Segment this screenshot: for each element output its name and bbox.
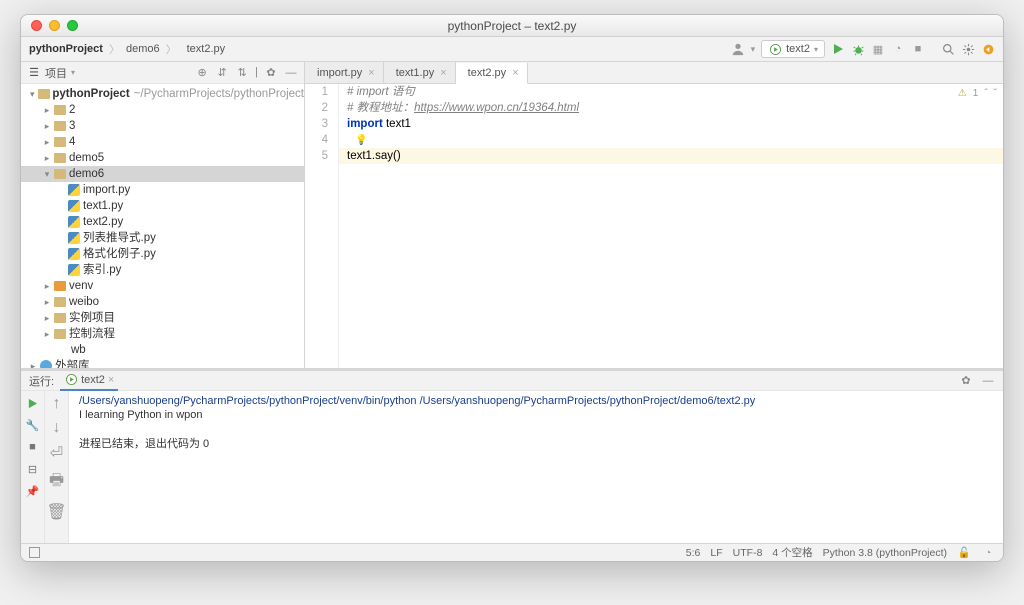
command-line: /Users/yanshuopeng/PycharmProjects/pytho… bbox=[79, 395, 993, 407]
project-folder[interactable]: ▸3 bbox=[21, 118, 304, 134]
project-root-node[interactable]: ▾ pythonProject ~/PycharmProjects/python… bbox=[21, 86, 304, 102]
breadcrumb-file[interactable]: text2.py bbox=[187, 43, 226, 55]
project-file[interactable]: 索引.py bbox=[21, 262, 304, 278]
collapse-all-icon[interactable]: ⇅ bbox=[235, 66, 249, 80]
editor-tab[interactable]: import.py× bbox=[305, 62, 384, 83]
stop-button[interactable]: ■ bbox=[25, 439, 41, 455]
editor-tab[interactable]: text1.py× bbox=[384, 62, 456, 83]
project-folder[interactable]: ▸4 bbox=[21, 134, 304, 150]
close-tab-icon[interactable]: × bbox=[512, 67, 518, 79]
project-tool-window: ☰ 项目 ▾ ⊕ ⇵ ⇅ | ✿ — ▾ bbox=[21, 62, 305, 368]
project-tree[interactable]: ▾ pythonProject ~/PycharmProjects/python… bbox=[21, 84, 304, 368]
project-folder[interactable]: ▸控制流程 bbox=[21, 326, 304, 342]
status-bar: 5:6 LF UTF-8 4 个空格 Python 3.8 (pythonPro… bbox=[21, 543, 1003, 561]
project-folder[interactable]: ▸demo5 bbox=[21, 150, 304, 166]
navigation-bar: pythonProject 〉 demo6 〉 text2.py ▾ text2… bbox=[21, 37, 1003, 62]
ide-status-icon[interactable]: ◔ bbox=[981, 546, 995, 560]
run-config-name: text2 bbox=[786, 43, 810, 55]
breadcrumb[interactable]: pythonProject 〉 demo6 〉 text2.py bbox=[29, 41, 225, 57]
run-config-selector[interactable]: text2 ▾ bbox=[761, 40, 825, 58]
run-console-toolbar: ↑ ↓ ⏎ 🖶 🗑 bbox=[45, 391, 69, 543]
breadcrumb-root[interactable]: pythonProject bbox=[29, 43, 103, 55]
breadcrumb-folder[interactable]: demo6 bbox=[126, 43, 160, 55]
readonly-lock-icon[interactable]: 🔓 bbox=[957, 546, 971, 560]
ide-update-icon[interactable] bbox=[981, 42, 995, 56]
rerun-button[interactable] bbox=[25, 395, 41, 411]
clear-icon[interactable]: 🗑 bbox=[46, 502, 66, 522]
code-body[interactable]: # import 语句 # 教程地址：https://www.wpon.cn/1… bbox=[339, 84, 1003, 368]
stdout-line: I learning Python in wpon bbox=[79, 409, 993, 421]
project-folder[interactable]: ▸weibo bbox=[21, 294, 304, 310]
close-tab-icon[interactable]: × bbox=[440, 67, 446, 79]
intention-bulb-icon[interactable]: 💡 bbox=[347, 135, 367, 146]
stop-button[interactable]: ■ bbox=[911, 42, 925, 56]
caret-position[interactable]: 5:6 bbox=[686, 547, 701, 559]
print-icon[interactable]: 🖶 bbox=[49, 469, 64, 496]
run-tool-window: 运行: text2 × ✿ — 🔧 ■ ⊟ bbox=[21, 368, 1003, 543]
warning-icon: ⚠ bbox=[958, 88, 967, 99]
project-file[interactable]: import.py bbox=[21, 182, 304, 198]
gutter: 1 2 3 4 5 bbox=[305, 84, 339, 368]
editor-area: import.py× text1.py× text2.py× 1 2 3 4 5… bbox=[305, 62, 1003, 368]
code-editor[interactable]: 1 2 3 4 5 # import 语句 # 教程地址：https://www… bbox=[305, 84, 1003, 368]
pin-icon[interactable]: 📌 bbox=[25, 483, 41, 499]
soft-wrap-icon[interactable]: ⏎ bbox=[50, 443, 63, 463]
debug-button[interactable] bbox=[851, 42, 865, 56]
project-folder[interactable]: ▸venv bbox=[21, 278, 304, 294]
run-header: 运行: text2 × ✿ — bbox=[21, 371, 1003, 391]
console-output[interactable]: /Users/yanshuopeng/PycharmProjects/pytho… bbox=[69, 391, 1003, 543]
window-title: pythonProject – text2.py bbox=[21, 19, 1003, 33]
hide-icon[interactable]: — bbox=[981, 374, 995, 388]
run-settings-icon[interactable]: ✿ bbox=[959, 374, 973, 388]
project-file[interactable]: 列表推导式.py bbox=[21, 230, 304, 246]
run-left-toolbar: 🔧 ■ ⊟ 📌 bbox=[21, 391, 45, 543]
ide-window: pythonProject – text2.py pythonProject 〉… bbox=[20, 14, 1004, 562]
project-file[interactable]: text2.py bbox=[21, 214, 304, 230]
tools-icon[interactable]: 🔧 bbox=[25, 417, 41, 433]
expand-all-icon[interactable]: ⇵ bbox=[215, 66, 229, 80]
python-run-icon bbox=[768, 42, 782, 56]
python-run-icon bbox=[64, 373, 78, 387]
line-separator[interactable]: LF bbox=[710, 547, 722, 559]
file-encoding[interactable]: UTF-8 bbox=[733, 547, 763, 559]
user-icon[interactable] bbox=[731, 42, 745, 56]
locate-icon[interactable]: ⊕ bbox=[195, 66, 209, 80]
run-button[interactable] bbox=[831, 42, 845, 56]
editor-tab-active[interactable]: text2.py× bbox=[456, 63, 528, 84]
titlebar: pythonProject – text2.py bbox=[21, 15, 1003, 37]
scroll-up-icon[interactable]: ↑ bbox=[53, 395, 61, 413]
project-view-icon: ☰ bbox=[27, 66, 41, 80]
external-libraries-node[interactable]: ▸外部库 bbox=[21, 358, 304, 368]
inspection-widget[interactable]: ⚠ 1 ˆ ˇ bbox=[958, 88, 997, 99]
profile-button[interactable]: ◔ bbox=[891, 42, 905, 56]
settings-button[interactable] bbox=[961, 42, 975, 56]
project-settings-icon[interactable]: ✿ bbox=[264, 66, 278, 80]
project-folder[interactable]: ▸实例项目 bbox=[21, 310, 304, 326]
exit-line: 进程已结束，退出代码为 0 bbox=[79, 435, 993, 451]
project-header: ☰ 项目 ▾ ⊕ ⇵ ⇅ | ✿ — bbox=[21, 62, 304, 84]
close-tab-icon[interactable]: × bbox=[368, 67, 374, 79]
layout-icon[interactable]: ⊟ bbox=[25, 461, 41, 477]
editor-tabs: import.py× text1.py× text2.py× bbox=[305, 62, 1003, 84]
project-folder[interactable]: ▸2 bbox=[21, 102, 304, 118]
close-tab-icon[interactable]: × bbox=[108, 374, 114, 386]
run-tab[interactable]: text2 × bbox=[60, 371, 118, 391]
project-label: 项目 bbox=[45, 65, 67, 81]
project-file[interactable]: text1.py bbox=[21, 198, 304, 214]
project-folder-selected[interactable]: ▾demo6 bbox=[21, 166, 304, 182]
interpreter-info[interactable]: Python 3.8 (pythonProject) bbox=[823, 547, 947, 559]
tool-windows-button[interactable] bbox=[29, 547, 40, 558]
search-everywhere-button[interactable] bbox=[941, 42, 955, 56]
run-label: 运行: bbox=[29, 373, 54, 389]
coverage-button[interactable]: ▦ bbox=[871, 42, 885, 56]
project-file[interactable]: 格式化例子.py bbox=[21, 246, 304, 262]
project-file[interactable]: wb bbox=[21, 342, 304, 358]
scroll-down-icon[interactable]: ↓ bbox=[53, 419, 61, 437]
indent-info[interactable]: 4 个空格 bbox=[772, 545, 812, 560]
hide-icon[interactable]: — bbox=[284, 66, 298, 80]
